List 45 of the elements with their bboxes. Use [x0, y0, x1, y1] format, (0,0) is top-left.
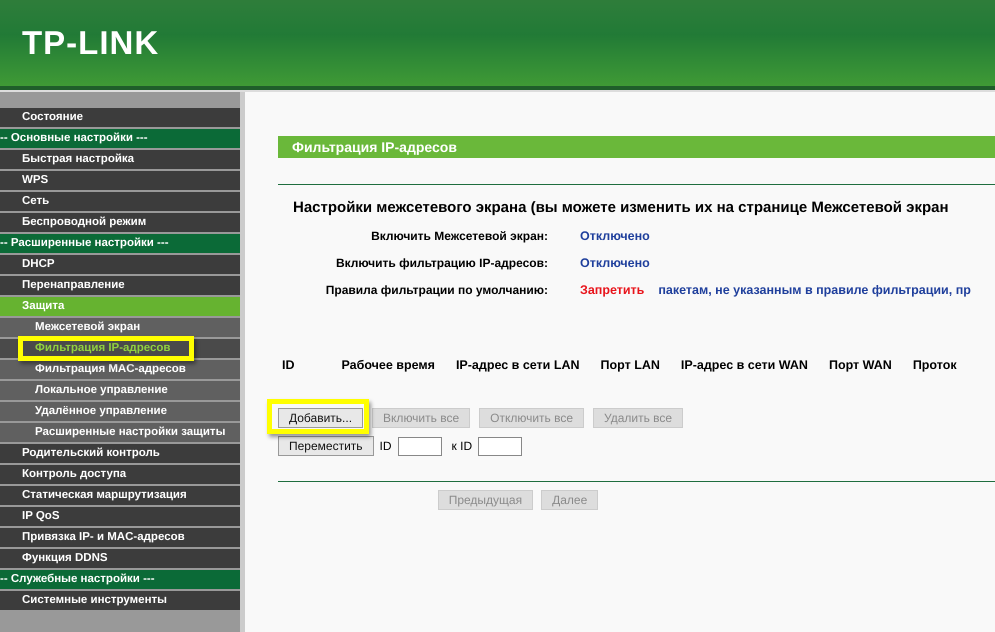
sidebar-item[interactable]: Статическая маршрутизация — [0, 486, 240, 505]
setting-note: пакетам, не указанным в правиле фильтрации, пр — [658, 283, 971, 297]
sidebar-subitem[interactable]: Удалённое управление — [0, 402, 240, 421]
setting-value: Отключено — [580, 256, 650, 270]
sidebar-item[interactable]: Контроль доступа — [0, 465, 240, 484]
settings-heading: Настройки межсетевого экрана (вы можете изменить их на странице Межсетевой экран — [292, 199, 950, 216]
sidebar-item[interactable]: Состояние — [0, 108, 240, 127]
column-header: Порт LAN — [600, 358, 660, 372]
sidebar-item[interactable]: Привязка IP- и MAC-адресов — [0, 528, 240, 547]
column-header: IP-адрес в сети LAN — [456, 358, 580, 372]
sidebar-subitem[interactable]: Локальное управление — [0, 381, 240, 400]
id-input[interactable] — [398, 436, 442, 456]
move-button[interactable]: Переместить — [278, 436, 374, 456]
sidebar-subitem[interactable]: Межсетевой экран — [0, 318, 240, 337]
column-header: Рабочее время — [342, 358, 435, 372]
sidebar-item[interactable]: Быстрая настройка — [0, 150, 240, 169]
action-button[interactable]: Добавить... — [278, 408, 364, 428]
sidebar-item[interactable]: Беспроводной режим — [0, 213, 240, 232]
field-label: ID — [380, 439, 392, 453]
sidebar-item[interactable]: Родительский контроль — [0, 444, 240, 463]
setting-label: Включить фильтрацию IP-адресов: — [334, 256, 548, 270]
sidebar-item[interactable]: Сеть — [0, 192, 240, 211]
setting-value: Отключено — [580, 229, 650, 243]
sidebar-item[interactable]: IP QoS — [0, 507, 240, 526]
sidebar-item[interactable]: Функция DDNS — [0, 549, 240, 568]
column-header: Проток — [912, 358, 957, 372]
field-label: к ID — [452, 439, 472, 453]
column-header: Порт WAN — [828, 358, 892, 372]
sidebar-subitem[interactable]: Расширенные настройки защиты — [0, 423, 240, 442]
setting-label: Правила фильтрации по умолчанию: — [324, 283, 548, 297]
sidebar-section: -- Основные настройки --- — [0, 129, 240, 148]
setting-label: Включить Межсетевой экран: — [370, 229, 548, 243]
sidebar-section: -- Служебные настройки --- — [0, 570, 240, 589]
sidebar-item[interactable]: WPS — [0, 171, 240, 190]
logo: TP-LINK — [22, 24, 160, 62]
sidebar-item[interactable]: Системные инструменты — [0, 591, 240, 610]
section-title: Фильтрация IP-адресов — [278, 136, 995, 158]
id-input[interactable] — [478, 436, 522, 456]
sidebar-item[interactable]: DHCP — [0, 255, 240, 274]
sidebar-item[interactable]: Перенаправление — [0, 276, 240, 295]
column-header: ID — [282, 358, 294, 372]
column-header: IP-адрес в сети WAN — [680, 358, 808, 372]
sidebar-subitem[interactable]: Фильтрация MAC-адресов — [0, 360, 240, 379]
setting-value: Запретить — [580, 283, 644, 297]
sidebar-section: -- Расширенные настройки --- — [0, 234, 240, 253]
